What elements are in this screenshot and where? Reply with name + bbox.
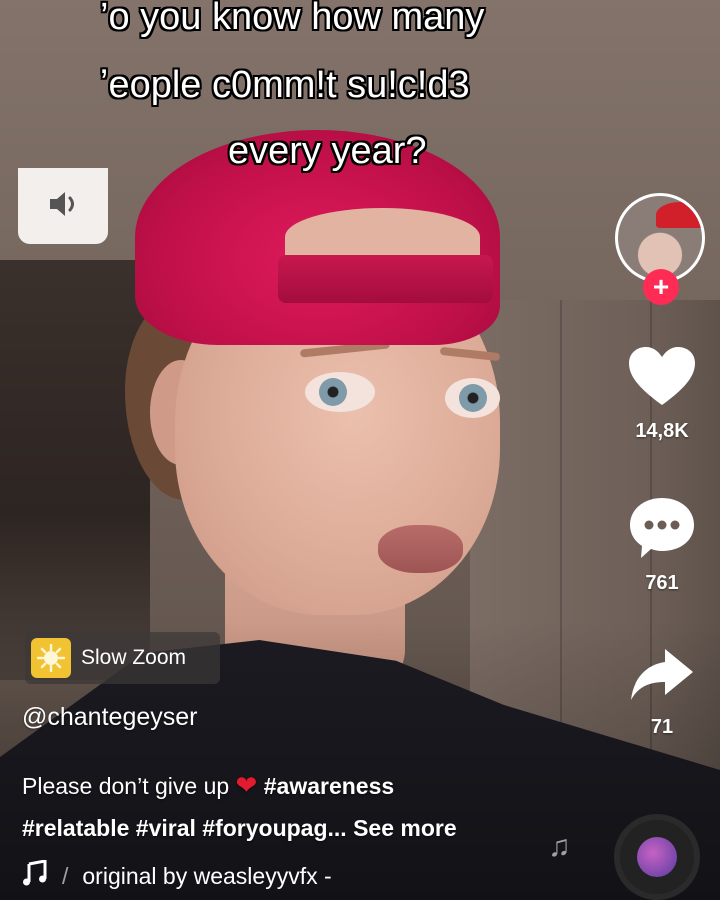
music-info[interactable]: / original by weasleyyvfx -: [22, 859, 332, 892]
comment-bubble-icon: [627, 498, 697, 565]
santa-hat-decoration: [656, 202, 702, 228]
person-lips: [378, 525, 463, 573]
person-eye: [305, 372, 375, 412]
hashtag-awareness[interactable]: #awareness: [264, 773, 394, 799]
music-divider: /: [62, 862, 69, 889]
music-disc[interactable]: [614, 814, 700, 900]
description-line: Please don’t give up ❤ #awareness: [22, 764, 582, 807]
caption-line: ʼeople c0mm!t su!c!d3: [100, 64, 470, 106]
share-count: 71: [650, 716, 674, 738]
comment-button[interactable]: 761: [612, 495, 712, 595]
music-note-icon: [22, 859, 48, 892]
cap-strap: [278, 255, 493, 303]
caption-line: every year?: [228, 130, 427, 172]
effect-label: Slow Zoom: [81, 646, 187, 669]
speaker-icon: [46, 189, 80, 224]
follow-button[interactable]: +: [643, 269, 679, 305]
post-description: Please don’t give up ❤ #awareness #relat…: [22, 764, 582, 849]
music-cover-art: [637, 837, 677, 877]
slow-zoom-effect-icon: [31, 638, 71, 678]
description-text: Please don’t give up: [22, 773, 230, 799]
comment-count: 761: [645, 572, 679, 594]
creator-username[interactable]: @chantegeyser: [22, 703, 197, 732]
share-arrow-icon: [627, 649, 697, 709]
hashtag-list[interactable]: #relatable #viral #foryoupag...: [22, 815, 347, 841]
background-wardrobe: [0, 260, 150, 680]
caption-line: ’o you know how many: [100, 0, 485, 38]
floating-music-note-icon: ♫: [548, 830, 571, 863]
like-button[interactable]: 14,8K: [612, 345, 712, 443]
share-button[interactable]: 71: [612, 645, 712, 739]
see-more-link[interactable]: See more: [353, 815, 457, 841]
music-label: original by weasleyyvfx -: [82, 862, 332, 889]
effect-chip[interactable]: Slow Zoom: [25, 632, 220, 684]
description-line: #relatable #viral #foryoupag... See more: [22, 807, 582, 849]
like-count: 14,8K: [635, 420, 689, 442]
heart-emoji: ❤: [235, 770, 258, 800]
person-eye: [445, 378, 500, 418]
creator-avatar-group: +: [615, 193, 710, 305]
heart-icon: [627, 347, 697, 413]
volume-button[interactable]: [18, 168, 108, 244]
